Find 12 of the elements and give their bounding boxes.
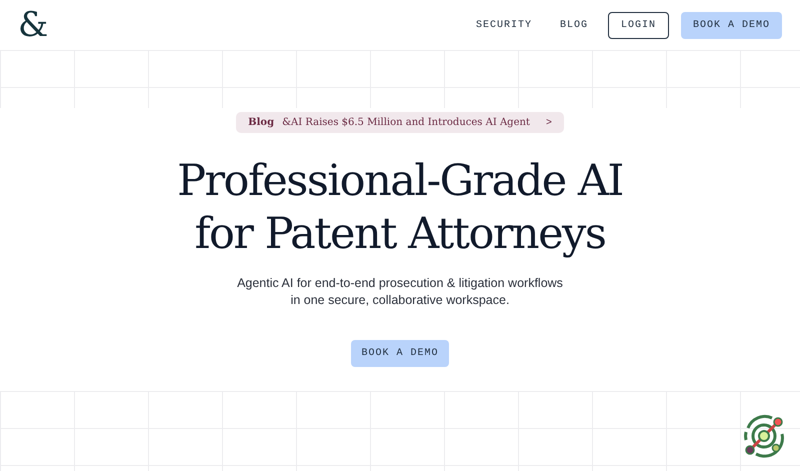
hero-title: Professional-Grade AI for Patent Attorneys (177, 155, 623, 261)
book-demo-button[interactable]: BOOK A DEMO (351, 340, 448, 367)
chevron-icon: > (546, 115, 552, 130)
announcement-banner[interactable]: Blog &AI Raises $6.5 Million and Introduces AI Agent > (236, 112, 564, 133)
book-demo-button[interactable]: BOOK A DEMO (680, 12, 782, 38)
nav-link[interactable]: SECURITY (468, 14, 540, 36)
announcement-text: &AI Raises $6.5 Million and Introduces AI Agent (282, 116, 530, 130)
blog-tag: Blog (248, 115, 274, 130)
login-button[interactable]: LOGIN (608, 12, 669, 38)
nav-link[interactable]: BLOG (552, 14, 596, 36)
hero-subtitle: Agentic AI for end-to-end prosecution & litigation workflows in one secure, collaborative workspace. (237, 275, 563, 309)
logo[interactable]: & (18, 8, 48, 42)
